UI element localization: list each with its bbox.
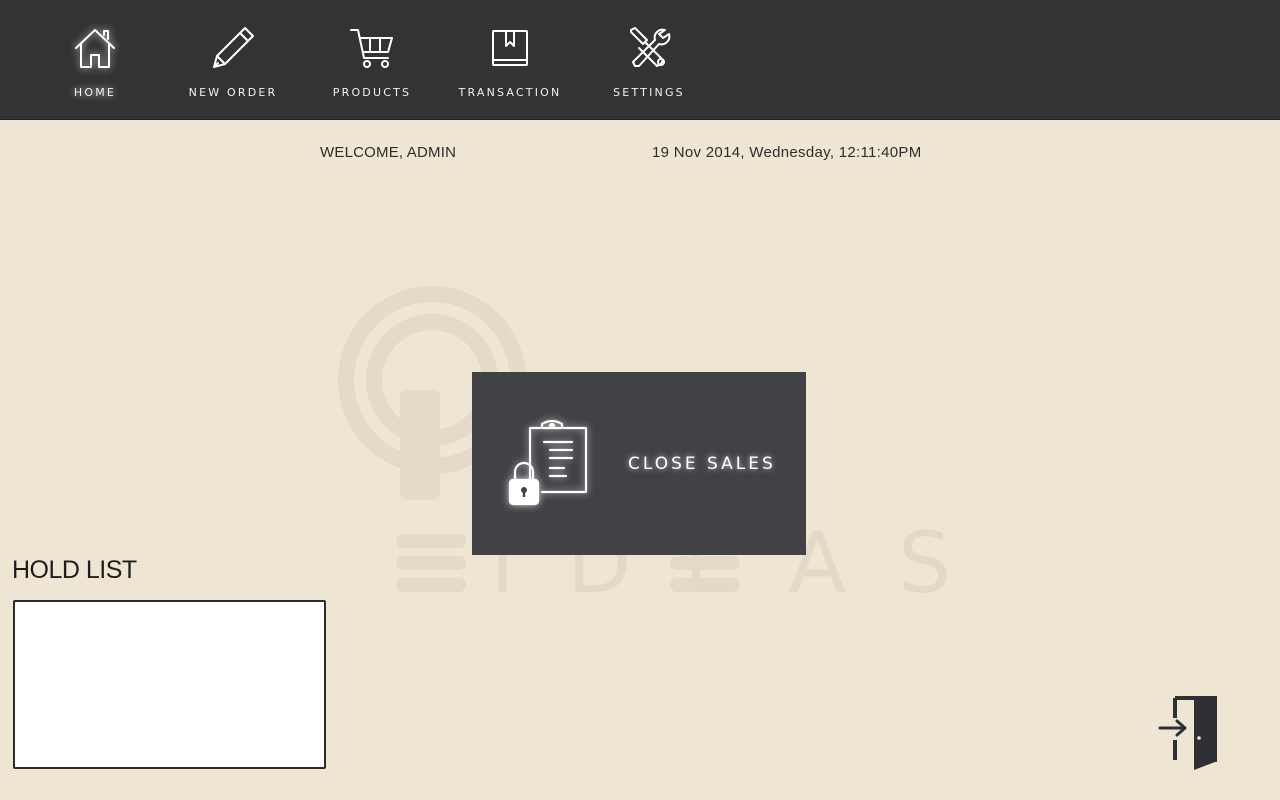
logout-door-icon — [1158, 696, 1217, 770]
nav-item-new-order[interactable]: NEW ORDER — [163, 0, 303, 120]
logout-button[interactable] — [1158, 694, 1220, 772]
nav-label-new-order: NEW ORDER — [188, 86, 278, 99]
hold-list-title: HOLD LIST — [12, 556, 137, 584]
cart-icon — [348, 24, 396, 72]
clipboard-lock-icon — [506, 419, 590, 510]
nav-item-transaction[interactable]: TRANSACTION — [440, 0, 580, 120]
pen-icon — [209, 24, 257, 72]
home-icon — [71, 24, 119, 72]
tools-icon — [625, 24, 673, 72]
top-nav: HOME NEW ORDER PRODUCTS TRANSACTION SETT… — [0, 0, 1280, 120]
close-sales-label: CLOSE SALES — [628, 454, 776, 474]
app-root: HOME NEW ORDER PRODUCTS TRANSACTION SETT… — [0, 0, 1280, 800]
nav-label-settings: SETTINGS — [613, 86, 685, 99]
nav-item-settings[interactable]: SETTINGS — [579, 0, 719, 120]
nav-label-home: HOME — [73, 86, 117, 99]
nav-item-home[interactable]: HOME — [25, 0, 165, 120]
nav-item-products[interactable]: PRODUCTS — [302, 0, 442, 120]
hold-list-box[interactable] — [13, 600, 326, 769]
close-sales-button[interactable]: CLOSE SALES — [472, 372, 806, 555]
nav-label-transaction: TRANSACTION — [458, 86, 562, 99]
datetime-text: 19 Nov 2014, Wednesday, 12:11:40PM — [652, 144, 922, 161]
book-icon — [486, 24, 534, 72]
nav-label-products: PRODUCTS — [332, 86, 412, 99]
welcome-text: WELCOME, ADMIN — [320, 144, 457, 161]
